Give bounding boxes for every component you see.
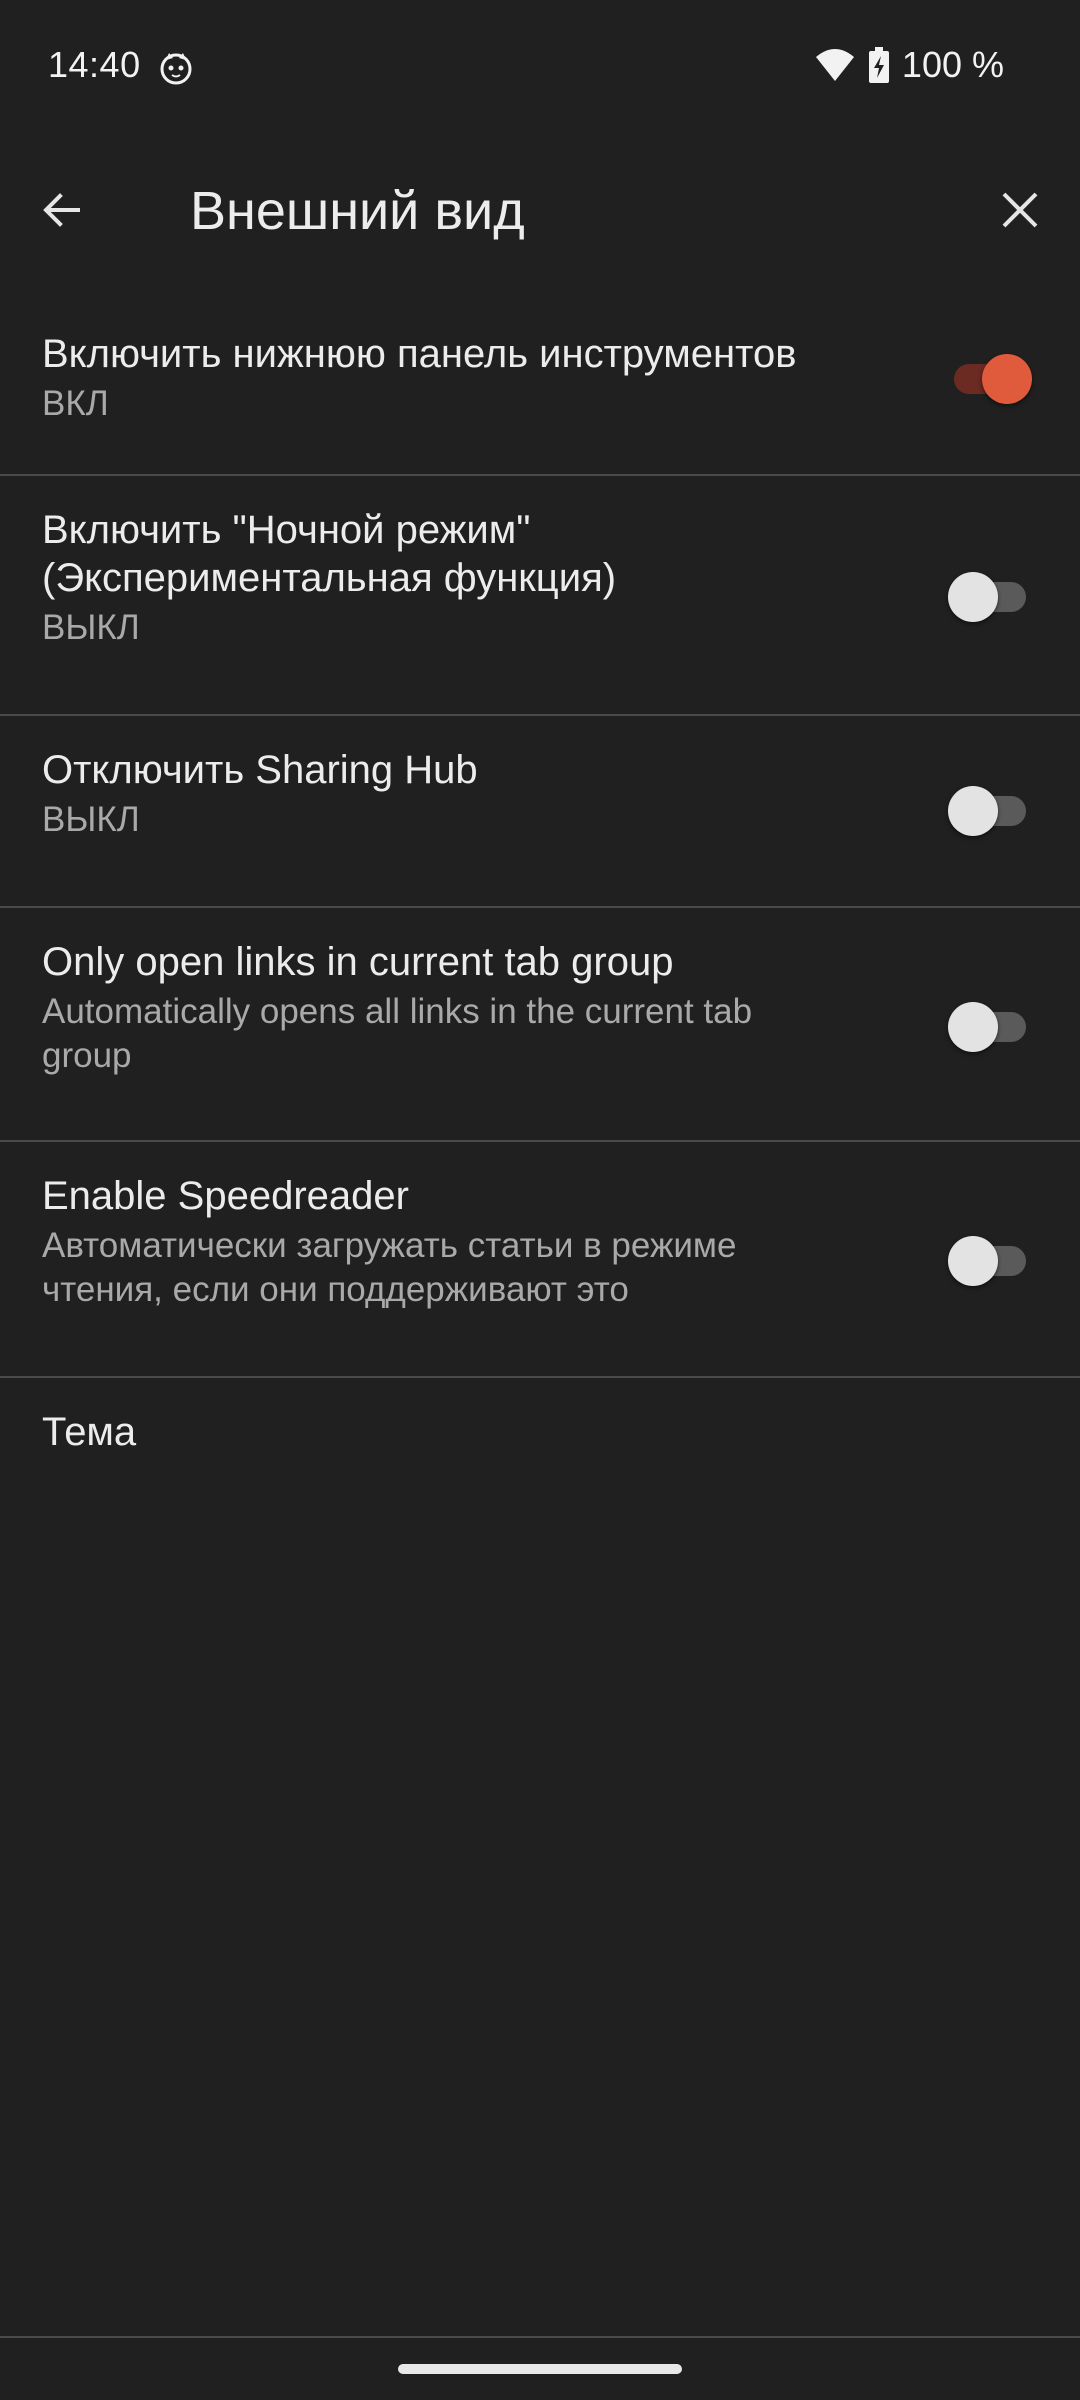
setting-title: Тема xyxy=(42,1410,137,1454)
setting-sharing-hub[interactable]: Отключить Sharing Hub ВЫКЛ xyxy=(0,716,1080,908)
setting-summary: ВЫКЛ xyxy=(42,800,140,839)
toolbar: Внешний вид xyxy=(0,150,1080,270)
wifi-icon xyxy=(815,49,854,81)
setting-summary: Automatically opens all links in the cur… xyxy=(42,992,753,1075)
tab-group-links-toggle[interactable] xyxy=(948,998,1032,1054)
setting-summary: ВЫКЛ xyxy=(42,608,140,647)
setting-tab-group-links[interactable]: Only open links in current tab group Aut… xyxy=(0,908,1080,1142)
status-bar: 14:40 100 % xyxy=(0,0,1080,136)
home-indicator[interactable] xyxy=(398,2364,682,2374)
setting-title: Enable Speedreader xyxy=(42,1174,409,1218)
setting-summary: ВКЛ xyxy=(42,384,109,423)
toggle-thumb xyxy=(948,572,998,622)
close-icon xyxy=(1002,192,1038,228)
arrow-back-icon xyxy=(43,193,80,227)
bottom-toolbar-toggle[interactable] xyxy=(948,350,1032,406)
back-button[interactable] xyxy=(30,178,94,242)
toggle-thumb xyxy=(982,354,1032,404)
setting-title: Включить "Ночной режим" (Экспериментальн… xyxy=(42,508,617,600)
battery-charging-icon xyxy=(868,47,889,83)
toggle-thumb xyxy=(948,786,998,836)
setting-title: Only open links in current tab group xyxy=(42,940,674,984)
toggle-thumb xyxy=(948,1002,998,1052)
setting-title: Включить нижнюю панель инструментов xyxy=(42,332,797,376)
page-title: Внешний вид xyxy=(190,181,525,241)
setting-speedreader[interactable]: Enable Speedreader Автоматически загружа… xyxy=(0,1142,1080,1378)
settings-list: Включить нижнюю панель инструментов ВКЛ … xyxy=(0,300,1080,1498)
speedreader-toggle[interactable] xyxy=(948,1232,1032,1288)
status-icons: 100 % xyxy=(814,44,1004,86)
setting-title: Отключить Sharing Hub xyxy=(42,748,478,792)
status-time: 14:40 xyxy=(48,44,141,85)
close-button[interactable] xyxy=(988,178,1052,242)
setting-summary: Автоматически загружать статьи в режиме … xyxy=(42,1226,737,1309)
cat-face-icon xyxy=(160,53,192,85)
setting-night-mode[interactable]: Включить "Ночной режим" (Экспериментальн… xyxy=(0,476,1080,716)
toggle-thumb xyxy=(948,1236,998,1286)
sharing-hub-toggle[interactable] xyxy=(948,782,1032,838)
battery-percent: 100 % xyxy=(901,44,1004,85)
nav-divider xyxy=(0,2336,1080,2338)
night-mode-toggle[interactable] xyxy=(948,568,1032,624)
setting-bottom-toolbar[interactable]: Включить нижнюю панель инструментов ВКЛ xyxy=(0,300,1080,476)
setting-theme[interactable]: Тема xyxy=(0,1378,1080,1498)
